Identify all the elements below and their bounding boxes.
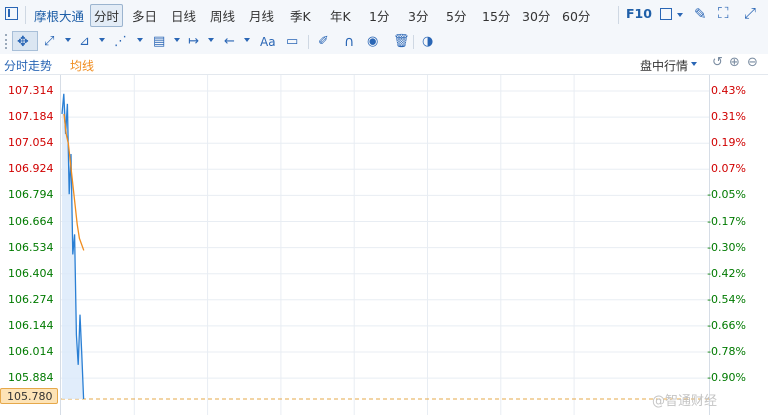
chevron-down-icon[interactable] <box>137 38 143 42</box>
chevron-down-icon[interactable] <box>99 38 105 42</box>
percent-tick-label: -0.17% <box>707 214 746 228</box>
comment-icon[interactable]: ▭ <box>286 33 298 51</box>
drawing-toolbar: ✥ ⤢ ⊿ ⋰ ▤ ↦ ← Aa ▭ ✐ ∩ ◉ 🗑 ◑ <box>0 30 768 55</box>
price-tick-label: 106.274 <box>8 292 54 306</box>
price-tick-label: 106.924 <box>8 162 54 176</box>
tab-3min[interactable]: 3分 <box>408 6 428 25</box>
f10-button[interactable]: F10 <box>626 6 652 21</box>
move-icon[interactable]: ✥ <box>17 33 29 51</box>
price-tick-label: 106.014 <box>8 345 54 358</box>
chart-plot-area[interactable] <box>60 75 710 415</box>
watermark: @智通财经 <box>652 394 718 409</box>
layout-toggle-icon[interactable] <box>5 7 18 20</box>
percent-tick-label: 0.43% <box>711 84 746 97</box>
price-tick-label: 106.144 <box>8 318 54 332</box>
percent-tick-label: -0.66% <box>707 318 746 332</box>
zoom-in-icon[interactable]: ⊕ <box>729 55 740 70</box>
percent-tick-label: -0.05% <box>707 188 746 202</box>
stock-name[interactable]: 摩根大通 <box>34 6 84 25</box>
price-tick-label: 106.534 <box>8 240 54 254</box>
price-tick-label: 106.664 <box>8 214 54 228</box>
chevron-down-icon[interactable] <box>244 38 250 42</box>
eraser-icon[interactable]: ✐ <box>318 33 329 51</box>
arrow-tool-icon[interactable]: ← <box>224 33 235 51</box>
current-price-badge: 105.780 <box>0 388 58 404</box>
current-price-value: 105.780 <box>7 390 53 403</box>
tab-30min[interactable]: 30分 <box>522 6 550 25</box>
chart-header: 分时走势 均线 盘中行情 ↺ ⊕ ⊖ <box>0 54 768 75</box>
fullscreen-icon[interactable]: ⛶ <box>718 4 729 22</box>
zoom-out-icon[interactable]: ⊖ <box>747 55 758 70</box>
price-tick-label: 106.794 <box>8 188 54 202</box>
tab-multi-day[interactable]: 多日 <box>132 6 157 25</box>
percent-tick-label: -0.42% <box>707 266 746 280</box>
chevron-down-icon[interactable] <box>208 38 214 42</box>
chevron-down-icon[interactable] <box>65 38 71 42</box>
percent-tick-label: -0.78% <box>707 345 746 358</box>
chevron-down-icon[interactable] <box>677 13 683 17</box>
text-tool-icon[interactable]: Aa <box>260 33 276 51</box>
percent-axis: 0.43% 0.31% 0.19% 0.07% -0.05% -0.17% -0.30% -0… <box>707 75 768 415</box>
eye-icon[interactable]: ◉ <box>367 33 378 51</box>
price-tick-label: 107.314 <box>8 84 54 97</box>
tab-yearly[interactable]: 年K <box>330 6 351 25</box>
percent-tick-label: -0.30% <box>707 240 746 254</box>
ray-tool-icon[interactable]: ⊿ <box>79 33 90 51</box>
period-toolbar: 摩根大通 分时 多日 日线 周线 月线 季K 年K 1分 3分 5分 15分 3… <box>0 0 768 31</box>
percent-tick-label: -0.90% <box>707 371 746 385</box>
intraday-chart <box>61 75 709 415</box>
chart-title: 分时走势 <box>4 59 53 73</box>
percent-tick-label: 0.07% <box>711 162 746 176</box>
toggle-drawings-icon[interactable]: ◑ <box>422 33 433 51</box>
chevron-down-icon[interactable] <box>174 38 180 42</box>
percent-tick-label: 0.31% <box>711 110 746 124</box>
tab-15min[interactable]: 15分 <box>482 6 510 25</box>
price-tick-label: 107.184 <box>8 110 54 124</box>
chevron-down-icon[interactable] <box>691 62 697 66</box>
range-tool-icon[interactable]: ↦ <box>188 33 199 51</box>
price-tick-label: 105.884 <box>8 371 54 385</box>
percent-tick-label: 0.19% <box>711 136 746 150</box>
trash-icon[interactable]: 🗑 <box>393 33 410 51</box>
tab-weekly[interactable]: 周线 <box>210 6 235 25</box>
percent-tick-label: -0.54% <box>707 292 746 306</box>
tab-intraday[interactable]: 分时 <box>90 4 124 27</box>
expand-icon[interactable]: ⤢ <box>744 4 756 22</box>
tab-monthly[interactable]: 月线 <box>249 6 274 25</box>
line-tool-icon[interactable]: ⤢ <box>44 33 54 51</box>
tab-5min[interactable]: 5分 <box>446 6 466 25</box>
price-tick-label: 107.054 <box>8 136 54 150</box>
grip-handle[interactable] <box>5 34 9 49</box>
polyline-tool-icon[interactable]: ⋰ <box>114 33 127 51</box>
pencil-icon[interactable]: ✎ <box>694 5 707 23</box>
tab-1min[interactable]: 1分 <box>369 6 389 25</box>
undo-icon[interactable]: ↺ <box>712 55 723 70</box>
price-axis: 107.314 107.184 107.054 106.924 106.794 106.6… <box>0 75 60 415</box>
price-tick-label: 106.404 <box>8 266 54 280</box>
avg-line-legend: 均线 <box>70 59 95 73</box>
market-mode-select[interactable]: 盘中行情 <box>640 57 688 74</box>
fib-tool-icon[interactable]: ▤ <box>153 33 165 51</box>
tab-quarterly[interactable]: 季K <box>290 6 311 25</box>
magnet-icon[interactable]: ∩ <box>344 33 354 51</box>
tab-daily[interactable]: 日线 <box>171 6 196 25</box>
chart-style-icon[interactable] <box>660 8 672 20</box>
tab-60min[interactable]: 60分 <box>562 6 590 25</box>
